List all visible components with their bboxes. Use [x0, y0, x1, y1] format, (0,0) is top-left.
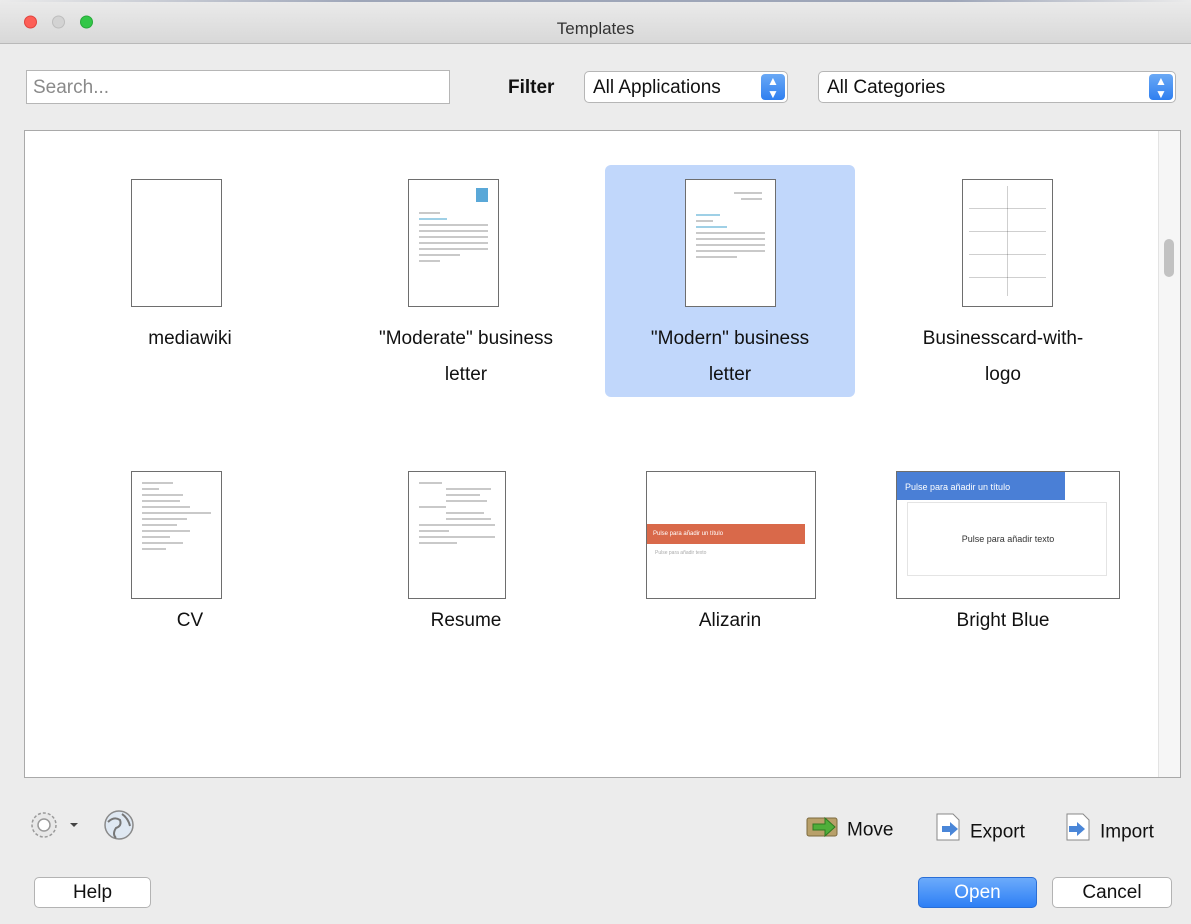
- template-tile[interactable]: Businesscard-with- logo: [878, 165, 1128, 397]
- categories-select[interactable]: All Categories ▲ ▼: [818, 71, 1176, 103]
- updown-chevron-icon: ▲ ▼: [761, 74, 785, 101]
- import-icon: [1064, 812, 1092, 853]
- open-button[interactable]: Open: [918, 877, 1037, 908]
- applications-select-value: All Applications: [593, 77, 721, 98]
- templates-dialog: Templates Search... Filter All Applicati…: [0, 0, 1191, 924]
- template-thumbnail: Pulse para añadir un título Pulse para a…: [896, 471, 1120, 599]
- bright-blue-preview-text: Pulse para añadir texto: [961, 534, 1055, 544]
- template-tile-selected[interactable]: "Modern" business letter: [605, 165, 855, 397]
- template-label: Resume: [430, 610, 502, 631]
- globe-icon: [104, 810, 134, 840]
- move-folder-icon: [805, 812, 839, 849]
- template-tile[interactable]: CV: [65, 457, 315, 689]
- online-repository-button[interactable]: [102, 808, 136, 847]
- scrollbar-thumb[interactable]: [1164, 239, 1174, 277]
- template-label: Alizarin: [698, 610, 762, 631]
- template-tile[interactable]: mediawiki: [65, 165, 315, 397]
- import-label: Import: [1100, 821, 1154, 843]
- filter-label: Filter: [508, 77, 555, 98]
- template-label: "Moderate" business: [378, 328, 554, 349]
- template-thumbnail: [685, 179, 776, 307]
- vertical-scrollbar[interactable]: [1158, 131, 1180, 777]
- export-label: Export: [970, 821, 1025, 843]
- window-title: Templates: [556, 19, 635, 38]
- search-input[interactable]: Search...: [26, 70, 450, 104]
- template-thumbnail: [408, 471, 506, 599]
- export-icon: [934, 812, 962, 853]
- template-label: mediawiki: [148, 328, 232, 349]
- template-label: Businesscard-with-: [922, 328, 1084, 349]
- cancel-button[interactable]: Cancel: [1052, 877, 1172, 908]
- template-label-line2: logo: [985, 364, 1021, 385]
- template-thumbnail: [131, 179, 222, 307]
- move-label: Move: [847, 819, 894, 841]
- updown-chevron-icon: ▲ ▼: [1149, 74, 1173, 101]
- template-label-line2: letter: [708, 364, 752, 385]
- letter-text-lines: [696, 214, 765, 262]
- letter-text-lines: [419, 212, 488, 266]
- template-label: CV: [176, 610, 204, 631]
- move-button[interactable]: Move: [805, 812, 893, 844]
- bright-blue-title-band: Pulse para añadir un título: [897, 472, 1065, 500]
- template-thumbnail: [408, 179, 499, 307]
- resume-text-lines: [419, 482, 495, 548]
- template-thumbnail: [962, 179, 1053, 307]
- settings-menu-button[interactable]: [28, 807, 88, 848]
- template-tile[interactable]: Resume: [341, 457, 591, 689]
- template-label: "Modern" business: [650, 328, 810, 349]
- template-thumbnail: Pulse para añadir un título Pulse para a…: [646, 471, 816, 599]
- alizarin-preview-text: Pulse para añadir texto: [655, 550, 707, 556]
- template-tile[interactable]: "Moderate" business letter: [341, 165, 591, 397]
- export-button[interactable]: Export: [934, 812, 1025, 844]
- import-button[interactable]: Import: [1064, 812, 1154, 844]
- template-tile[interactable]: Pulse para añadir un título Pulse para a…: [878, 457, 1128, 689]
- letter-text-lines: [696, 192, 765, 204]
- letter-logo-block: [476, 188, 488, 202]
- categories-select-value: All Categories: [827, 77, 946, 98]
- gear-icon: [31, 812, 78, 838]
- title-bar: Templates: [0, 0, 1191, 44]
- template-grid: mediawiki "Moderate" business letter "Mo…: [24, 130, 1181, 778]
- template-label: Bright Blue: [956, 610, 1050, 631]
- template-tile[interactable]: Pulse para añadir un título Pulse para a…: [605, 457, 855, 689]
- applications-select[interactable]: All Applications ▲ ▼: [584, 71, 788, 103]
- template-label-line2: letter: [444, 364, 488, 385]
- card-grid: [969, 186, 1046, 296]
- help-button[interactable]: Help: [34, 877, 151, 908]
- template-thumbnail: [131, 471, 222, 599]
- alizarin-title-band: Pulse para añadir un título: [647, 524, 805, 544]
- cv-text-lines: [142, 482, 211, 554]
